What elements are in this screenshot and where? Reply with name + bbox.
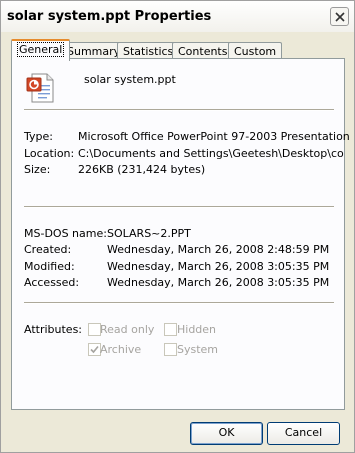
check-icon [90, 345, 99, 354]
file-name: solar system.ppt [84, 73, 176, 86]
tab-label: General [17, 42, 65, 57]
powerpoint-file-icon [25, 72, 57, 104]
modified-value: Wednesday, March 26, 2008 3:05:35 PM [107, 260, 330, 273]
archive-label: Archive [100, 343, 142, 356]
created-value: Wednesday, March 26, 2008 2:48:59 PM [107, 243, 330, 256]
accessed-label: Accessed: [24, 276, 80, 289]
read-only-label: Read only [100, 323, 155, 336]
tab-label: Contents [178, 45, 228, 58]
created-label: Created: [24, 243, 72, 256]
tab-label: Summary [67, 45, 121, 58]
location-value[interactable]: C:\Documents and Settings\Geetesh\Deskto… [78, 147, 344, 160]
modified-label: Modified: [24, 260, 75, 273]
divider [24, 302, 334, 304]
type-value: Microsoft Office PowerPoint 97-2003 Pres… [78, 130, 350, 143]
tab-label: Statistics [123, 45, 174, 58]
tab-general[interactable]: General [11, 39, 71, 61]
properties-dialog: solar system.ppt Properties Summary Stat… [0, 0, 355, 453]
msdos-value: SOLARS~2.PPT [107, 227, 191, 240]
hidden-checkbox[interactable] [164, 323, 177, 336]
cancel-button[interactable]: Cancel [267, 422, 340, 445]
hidden-label: Hidden [177, 323, 217, 336]
system-checkbox[interactable] [164, 343, 177, 356]
general-panel: solar system.ppt Type: Microsoft Office … [11, 58, 350, 410]
attributes-label: Attributes: [24, 323, 83, 336]
location-label: Location: [24, 147, 75, 160]
divider [24, 206, 334, 208]
window-title: solar system.ppt Properties [7, 9, 212, 24]
title-bar[interactable]: solar system.ppt Properties [1, 1, 354, 32]
close-icon [335, 12, 345, 22]
divider [24, 109, 334, 111]
ok-button[interactable]: OK [190, 422, 263, 445]
system-label: System [177, 343, 219, 356]
type-label: Type: [24, 130, 53, 143]
msdos-label: MS-DOS name: [24, 227, 107, 240]
tab-label: Custom [234, 45, 277, 58]
size-label: Size: [24, 163, 51, 176]
accessed-value: Wednesday, March 26, 2008 3:05:35 PM [107, 276, 330, 289]
close-button[interactable] [330, 7, 349, 26]
size-value: 226KB (231,424 bytes) [78, 163, 206, 176]
